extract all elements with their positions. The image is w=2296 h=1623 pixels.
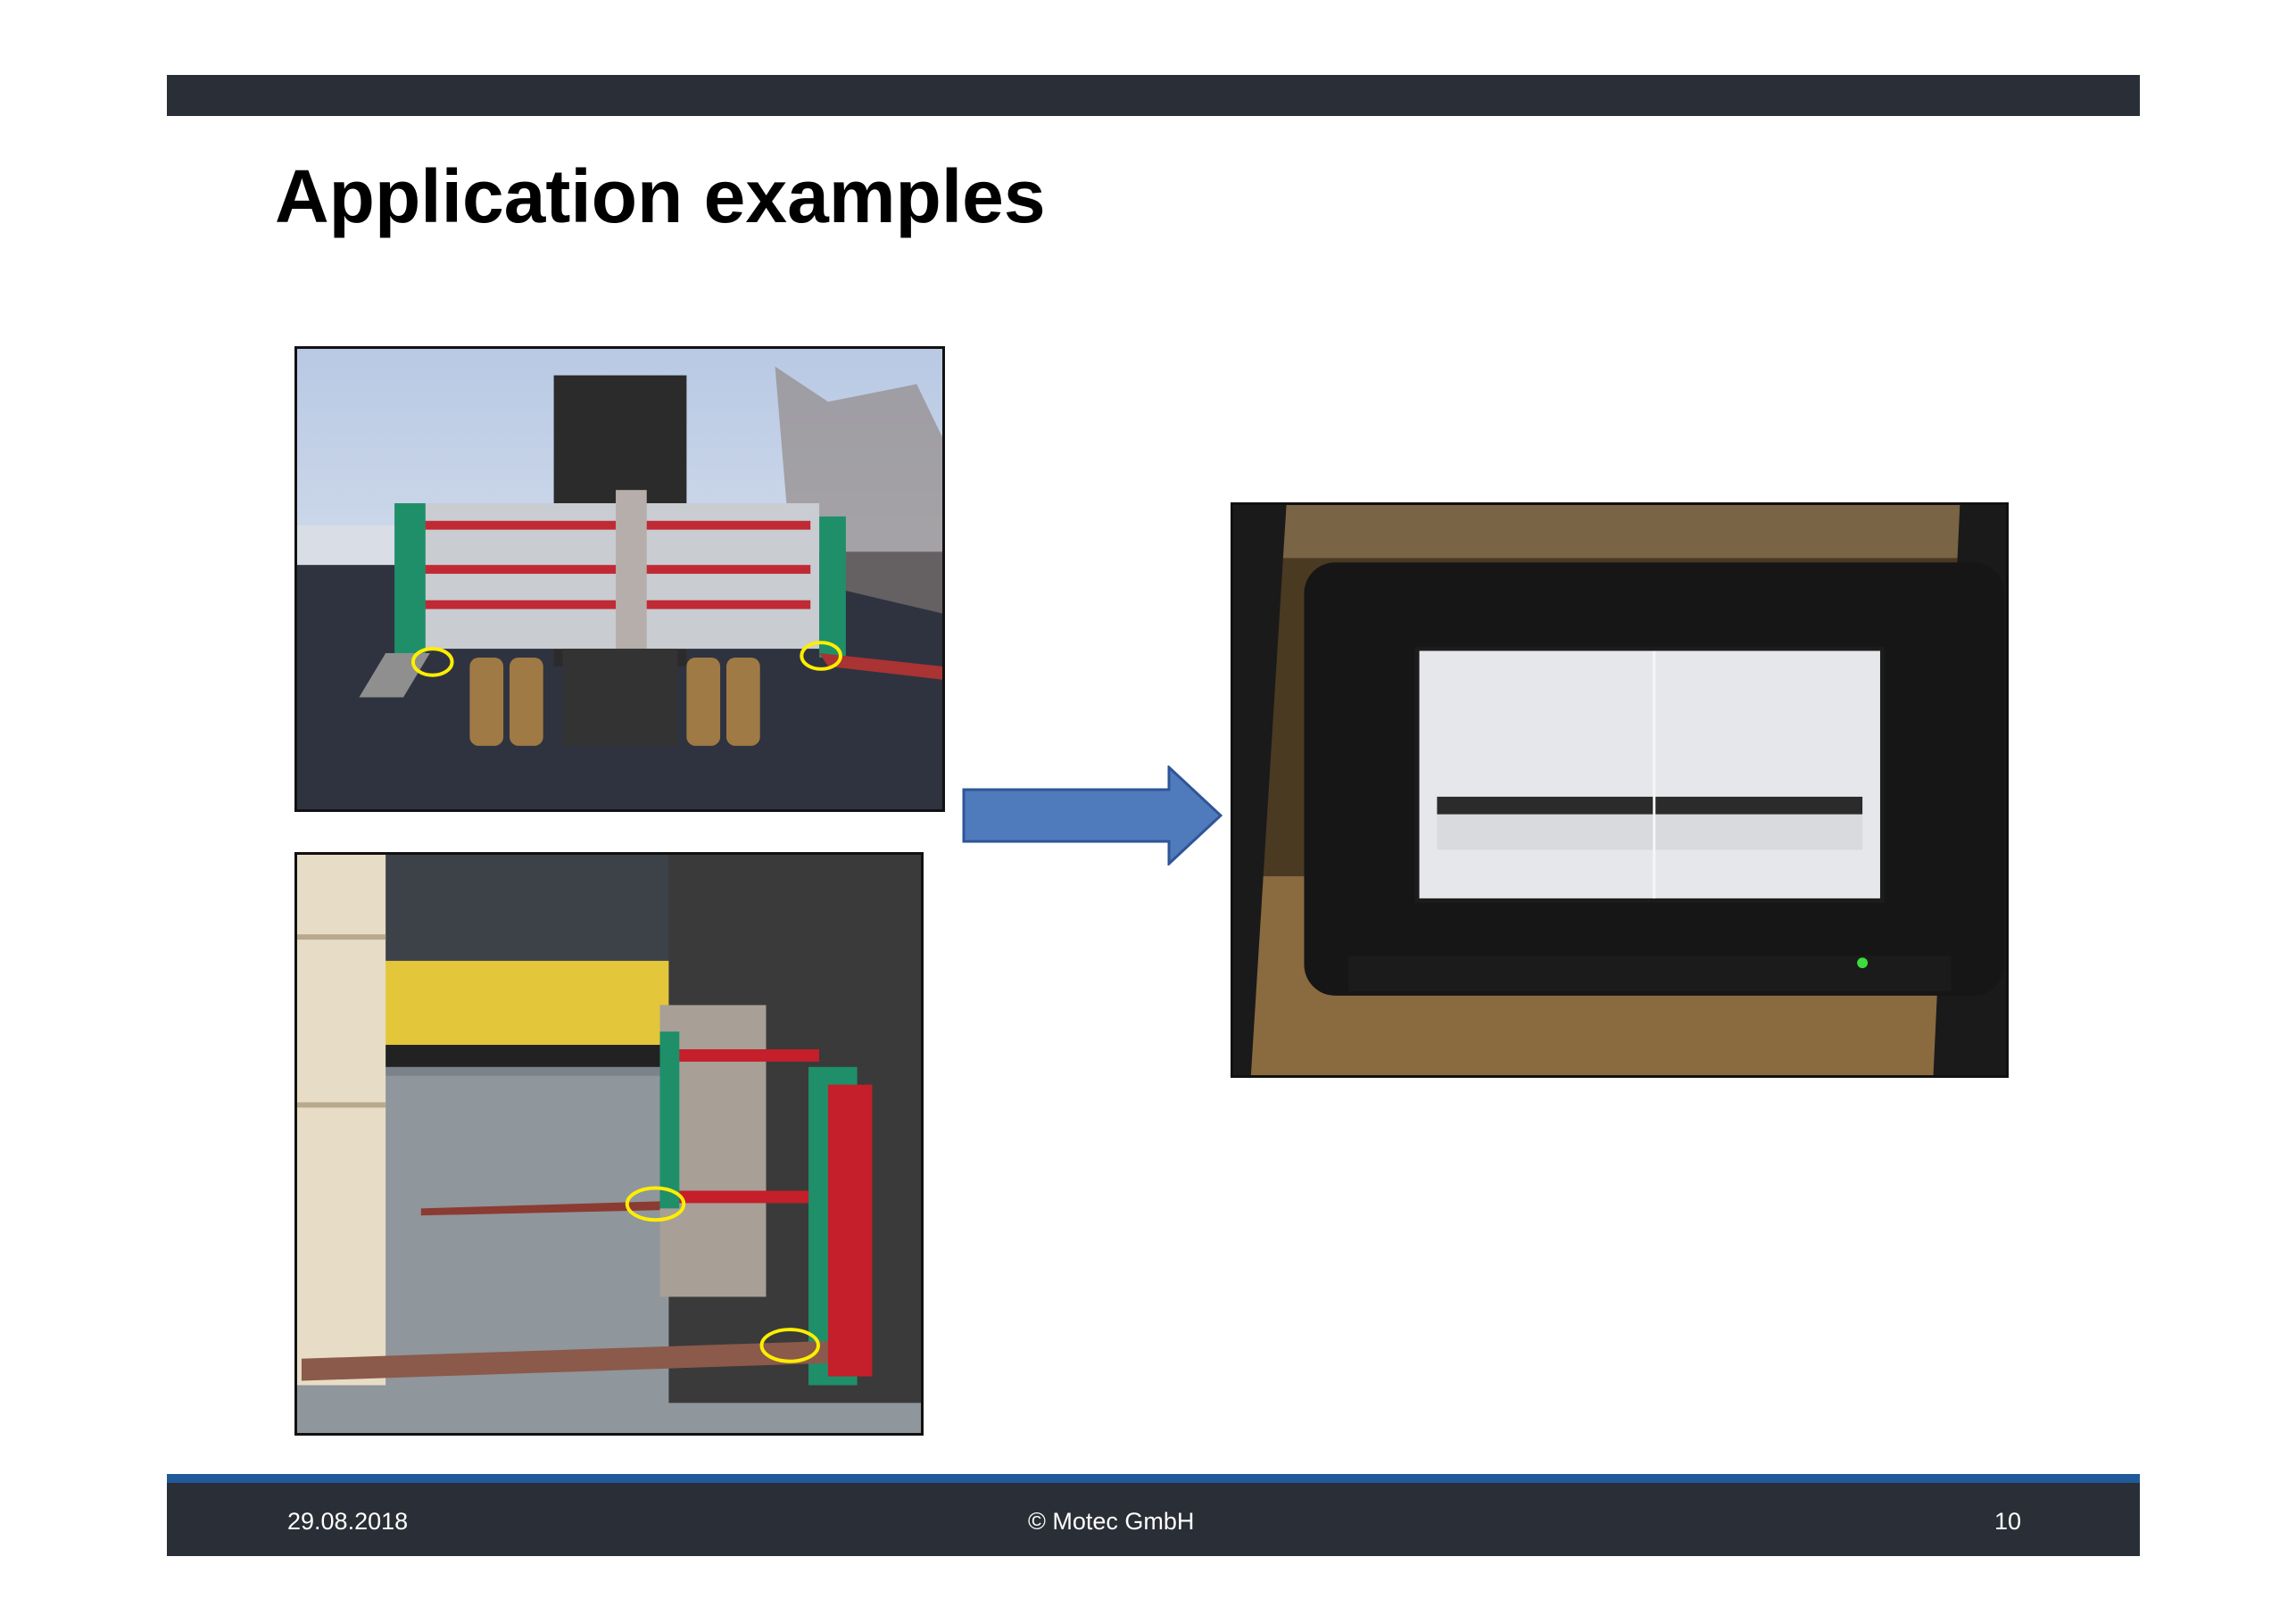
footer-stripe (167, 1474, 2140, 1483)
footer-copyright: © Motec GmbH (1028, 1508, 1195, 1535)
slide-title: Application examples (275, 154, 1046, 238)
forklift-warehouse-photo (294, 852, 924, 1436)
page-number: 10 (1993, 1508, 2021, 1535)
forklift-outdoor-photo (294, 346, 945, 812)
right-arrow-icon (962, 766, 1223, 865)
header-bar (167, 75, 2140, 116)
footer-bar: 29.08.2018 © Motec GmbH 10 (167, 1483, 2140, 1556)
footer-date: 29.08.2018 (287, 1508, 409, 1535)
monitor-camera-view-photo (1231, 502, 2009, 1078)
